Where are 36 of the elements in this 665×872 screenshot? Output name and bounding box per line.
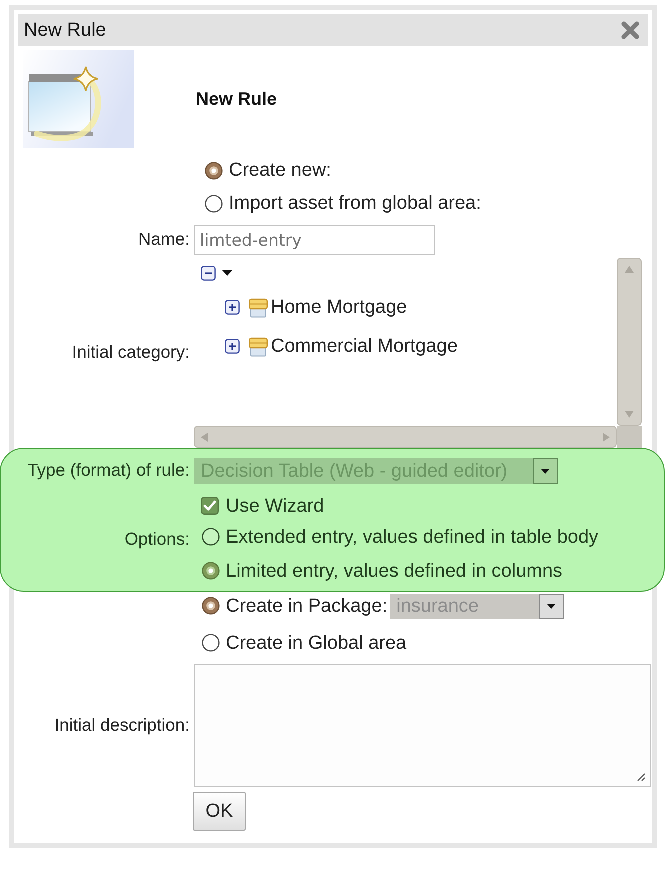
caret-down-icon[interactable] (222, 270, 233, 276)
field-label: Type (format) of rule: (26, 462, 190, 480)
tree-item[interactable]: Home Mortgage (249, 298, 408, 318)
resize-grip-icon[interactable] (636, 772, 646, 782)
radio-option[interactable]: Create in Global area (202, 634, 407, 652)
radio-icon[interactable] (202, 597, 220, 615)
field-label: Options: (124, 531, 190, 549)
window-sparkle-icon (23, 50, 134, 148)
field-label: Initial category: (71, 344, 190, 362)
name-field[interactable]: limted-entry (194, 225, 435, 255)
checkbox-icon[interactable] (201, 497, 219, 515)
radio-option[interactable]: Extended entry, values defined in table body (202, 528, 599, 546)
radio-option[interactable]: Create in Package: (202, 596, 388, 616)
radio-option[interactable]: Limited entry, values defined in columns (202, 562, 563, 580)
field-label: Initial description: (54, 716, 190, 734)
radio-icon[interactable] (202, 528, 220, 546)
scrollbar-corner (617, 426, 642, 448)
field-label: Name: (137, 231, 190, 249)
minus-icon[interactable] (201, 266, 216, 280)
dialog-heading: New Rule (196, 88, 278, 110)
window-title: New Rule (24, 20, 106, 40)
folder-icon (249, 298, 268, 318)
folder-icon (249, 336, 268, 356)
checkbox-option[interactable]: Use Wizard (201, 496, 324, 516)
tree-item[interactable]: Commercial Mortgage (249, 336, 458, 356)
description-field[interactable] (194, 664, 651, 787)
radio-icon[interactable] (202, 634, 220, 652)
plus-icon[interactable] (225, 339, 240, 354)
close-icon[interactable] (621, 20, 640, 40)
ok-button[interactable]: OK (193, 792, 246, 831)
radio-option[interactable]: Import asset from global area: (194, 194, 482, 213)
radio-icon[interactable] (205, 194, 223, 212)
plus-icon[interactable] (225, 300, 240, 315)
radio-icon[interactable] (205, 162, 223, 180)
radio-option[interactable]: Create new: (194, 161, 332, 180)
radio-icon[interactable] (202, 562, 220, 580)
